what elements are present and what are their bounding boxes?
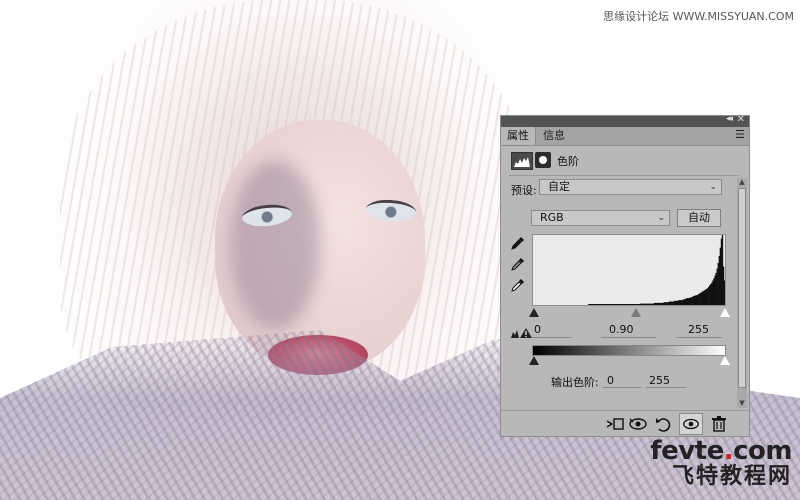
underline [601, 337, 656, 338]
close-icon[interactable]: ✕ [737, 114, 745, 125]
chevron-down-icon: ⌄ [709, 182, 717, 192]
scroll-up-icon[interactable]: ▲ [737, 178, 747, 187]
input-white-value[interactable]: 255 [688, 323, 709, 336]
output-gradient-bar [532, 345, 726, 356]
clipping-warning-icon[interactable] [511, 327, 533, 339]
watermark-top: 思缘设计论坛 WWW.MISSYUAN.COM [603, 10, 794, 23]
underline [532, 337, 572, 338]
panel-footer [501, 410, 749, 437]
watermark-brand: fevte.com 飞特教程网 [650, 438, 792, 490]
channel-value: RGB [540, 211, 564, 224]
preset-dropdown[interactable]: 自定 ⌄ [539, 179, 722, 195]
input-gamma-slider-handle[interactable] [631, 308, 641, 317]
input-white-slider-handle[interactable] [720, 308, 730, 317]
scroll-down-icon[interactable]: ▼ [737, 399, 747, 408]
output-white-value[interactable]: 255 [649, 374, 670, 387]
input-black-slider-handle[interactable] [529, 308, 539, 317]
divider [509, 175, 739, 176]
black-point-eyedropper-icon[interactable] [511, 236, 525, 250]
histogram-bar [723, 280, 726, 305]
tab-info[interactable]: 信息 [537, 127, 571, 145]
output-levels-label: 输出色阶: [551, 376, 599, 389]
underline [646, 387, 686, 388]
underline [603, 387, 641, 388]
output-white-slider-handle[interactable] [720, 356, 730, 365]
underline [676, 337, 722, 338]
visibility-toggle-button[interactable] [679, 413, 703, 435]
adjustment-title: 色阶 [557, 155, 579, 168]
reset-icon[interactable] [653, 415, 673, 433]
levels-histogram [532, 234, 726, 306]
output-black-value[interactable]: 0 [607, 374, 614, 387]
levels-histogram-icon[interactable] [511, 152, 533, 170]
chevron-down-icon: ⌄ [657, 213, 665, 223]
panel-menu-icon[interactable]: ☰ [735, 128, 745, 141]
collapse-icon[interactable]: ◂◂ [726, 114, 733, 124]
output-black-slider-handle[interactable] [529, 356, 539, 365]
panel-titlebar[interactable]: ◂◂ ✕ [501, 114, 749, 127]
clip-to-layer-icon[interactable] [605, 415, 625, 433]
watermark-fevte: fevte.com [650, 436, 792, 466]
photo-face-shadow [230, 160, 320, 330]
channel-dropdown[interactable]: RGB ⌄ [531, 210, 670, 226]
panel-tabbar: 属性 信息 ☰ [501, 127, 749, 146]
view-previous-state-icon[interactable] [628, 415, 648, 433]
scroll-thumb[interactable] [738, 188, 746, 388]
white-point-eyedropper-icon[interactable] [511, 278, 525, 292]
eye-icon [683, 418, 699, 430]
tab-properties[interactable]: 属性 [501, 127, 536, 145]
auto-button[interactable]: 自动 [677, 209, 721, 227]
watermark-cn: 飞特教程网 [671, 464, 792, 489]
properties-panel: ◂◂ ✕ 属性 信息 ☰ 色阶 预设: 自定 ⌄ RGB ⌄ 自动 ▲ ▼ 0 … [500, 114, 750, 437]
input-black-value[interactable]: 0 [534, 323, 541, 336]
preset-value: 自定 [548, 180, 570, 193]
preset-label: 预设: [511, 184, 537, 197]
histogram-graph [588, 235, 726, 305]
input-gamma-value[interactable]: 0.90 [609, 323, 634, 336]
layer-mask-icon[interactable] [535, 152, 551, 168]
panel-scrollbar[interactable]: ▲ ▼ [737, 178, 747, 408]
trash-icon[interactable] [709, 415, 729, 433]
gray-point-eyedropper-icon[interactable] [511, 257, 525, 271]
